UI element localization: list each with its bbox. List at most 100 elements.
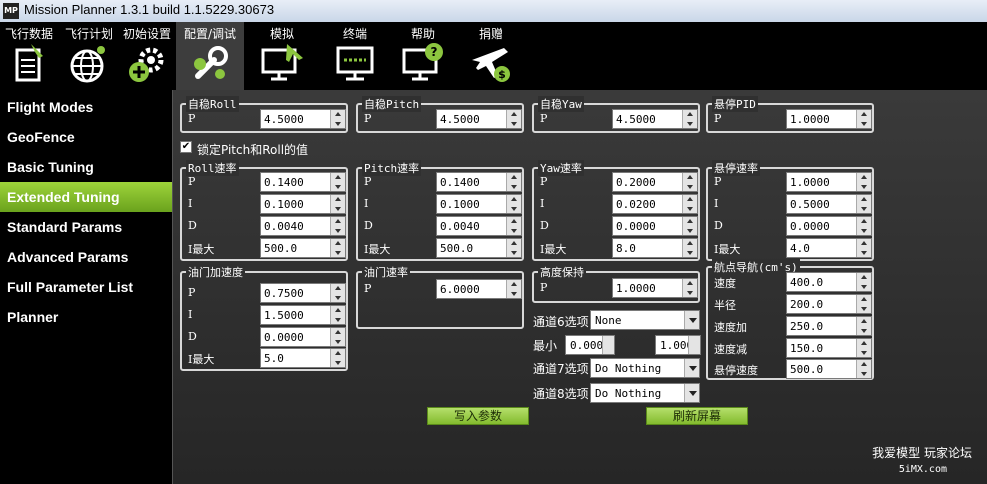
param-spinbox[interactable]: 500.0 [436,238,522,258]
toolbar-config-tuning[interactable]: 配置/调试 [176,22,244,90]
sidebar-item-full-parameter-list[interactable]: Full Parameter List [0,272,172,302]
spin-arrows-icon[interactable] [856,273,871,291]
param-row: 速度减 150.0 [714,338,874,358]
spin-arrows-icon[interactable] [330,195,345,213]
toolbar-initial-setup[interactable]: 初始设置 [118,22,176,90]
spin-arrows-icon[interactable] [856,295,871,313]
spin-arrows-icon[interactable] [330,239,345,257]
chevron-down-icon[interactable] [684,311,699,329]
chevron-down-icon[interactable] [684,384,699,402]
chevron-down-icon[interactable] [684,359,699,377]
param-spinbox[interactable]: 0.0200 [612,194,698,214]
brand-watermark: 我爱模型 玩家论坛 [872,446,972,460]
spin-arrows-icon[interactable] [506,239,521,257]
param-spinbox[interactable]: 0.1400 [260,172,346,192]
spin-arrows-icon[interactable] [330,284,345,302]
sidebar-item-extended-tuning[interactable]: Extended Tuning [0,182,172,212]
sidebar-item-planner[interactable]: Planner [0,302,172,332]
spin-arrows-icon[interactable] [330,110,345,128]
param-spinbox[interactable]: 0.1000 [260,194,346,214]
group-stabilize-yaw: 自稳Yaw P 4.5000 [532,96,700,133]
spin-arrows-icon[interactable] [682,195,697,213]
param-spinbox[interactable]: 6.0000 [436,279,522,299]
param-spinbox[interactable]: 0.0040 [436,216,522,236]
param-spinbox[interactable]: 0.0000 [612,216,698,236]
spin-arrows-icon[interactable] [330,349,345,367]
param-spinbox[interactable]: 1.0000 [612,278,698,298]
sidebar-item-geofence[interactable]: GeoFence [0,122,172,152]
param-spinbox[interactable]: 0.2000 [612,172,698,192]
spin-arrows-icon[interactable] [856,195,871,213]
lock-pitch-roll-checkbox[interactable]: ✔ [180,141,192,153]
param-spinbox[interactable]: 0.0040 [260,216,346,236]
param-spinbox[interactable]: 500.0 [260,238,346,258]
sidebar-item-standard-params[interactable]: Standard Params [0,212,172,242]
param-row: 速度 400.0 [714,272,874,292]
param-spinbox[interactable]: 8.0 [612,238,698,258]
spin-arrows-icon[interactable] [506,173,521,191]
param-spinbox[interactable]: 400.0 [786,272,872,292]
spin-arrows-icon[interactable] [856,239,871,257]
param-spinbox[interactable]: 0.7500 [260,283,346,303]
spin-arrows-icon[interactable] [330,173,345,191]
param-spinbox[interactable]: 0.0000 [260,327,346,347]
spin-arrows-icon[interactable] [330,328,345,346]
param-spinbox[interactable]: 1.0000 [786,109,872,129]
param-spinbox[interactable]: 5.0 [260,348,346,368]
param-label: P [364,112,372,125]
spin-arrows-icon[interactable] [682,110,697,128]
toolbar-simulation[interactable]: 模拟 [250,22,314,90]
ch6-option-select[interactable]: None [590,310,700,330]
param-value: 6.0000 [440,283,480,296]
param-spinbox[interactable]: 4.5000 [436,109,522,129]
toolbar-help[interactable]: 帮助 ? [392,22,454,90]
spin-arrows-icon[interactable] [330,217,345,235]
spin-arrows-icon[interactable] [856,339,871,357]
spin-arrows-icon[interactable] [688,336,700,354]
spin-arrows-icon[interactable] [856,317,871,335]
spin-arrows-icon[interactable] [506,195,521,213]
param-spinbox[interactable]: 1.0000 [786,172,872,192]
spin-arrows-icon[interactable] [506,110,521,128]
spin-arrows-icon[interactable] [682,173,697,191]
sidebar-item-flight-modes[interactable]: Flight Modes [0,92,172,122]
toolbar-donate[interactable]: 捐赠 $ [460,22,522,90]
sidebar-item-basic-tuning[interactable]: Basic Tuning [0,152,172,182]
param-spinbox[interactable]: 250.0 [786,316,872,336]
spin-arrows-icon[interactable] [682,279,697,297]
spin-arrows-icon[interactable] [682,217,697,235]
param-spinbox[interactable]: 200.0 [786,294,872,314]
refresh-screen-button[interactable]: 刷新屏幕 [646,407,748,425]
param-spinbox[interactable]: 0.1400 [436,172,522,192]
spin-arrows-icon[interactable] [330,306,345,324]
param-row: P 4.5000 [364,109,524,129]
spin-arrows-icon[interactable] [506,280,521,298]
param-spinbox[interactable]: 0.0000 [786,216,872,236]
min-input[interactable]: 0.0000 [565,335,615,355]
ch7-option-select[interactable]: Do Nothing [590,358,700,378]
spin-arrows-icon[interactable] [856,217,871,235]
group-rate-yaw: Yaw速率 P 0.2000 I 0.0200 D 0.0000 I最大 8.0 [532,160,700,261]
toolbar-terminal[interactable]: 终端 [324,22,386,90]
param-spinbox[interactable]: 150.0 [786,338,872,358]
param-spinbox[interactable]: 500.0 [786,359,872,379]
spin-arrows-icon[interactable] [682,239,697,257]
spin-arrows-icon[interactable] [856,360,871,378]
spin-arrows-icon[interactable] [506,217,521,235]
param-spinbox[interactable]: 4.0 [786,238,872,258]
param-spinbox[interactable]: 4.5000 [260,109,346,129]
param-spinbox[interactable]: 4.5000 [612,109,698,129]
spin-arrows-icon[interactable] [602,336,614,354]
max-input[interactable]: 1.000 [655,335,701,355]
param-spinbox[interactable]: 0.1000 [436,194,522,214]
spin-arrows-icon[interactable] [856,110,871,128]
param-spinbox[interactable]: 0.5000 [786,194,872,214]
spin-arrows-icon[interactable] [856,173,871,191]
toolbar-flight-plan[interactable]: 飞行计划 [60,22,118,90]
toolbar-flight-data[interactable]: 飞行数据 [0,22,58,90]
write-params-button[interactable]: 写入参数 [427,407,529,425]
sidebar-item-advanced-params[interactable]: Advanced Params [0,242,172,272]
param-label: P [540,112,548,125]
param-spinbox[interactable]: 1.5000 [260,305,346,325]
ch8-option-select[interactable]: Do Nothing [590,383,700,403]
